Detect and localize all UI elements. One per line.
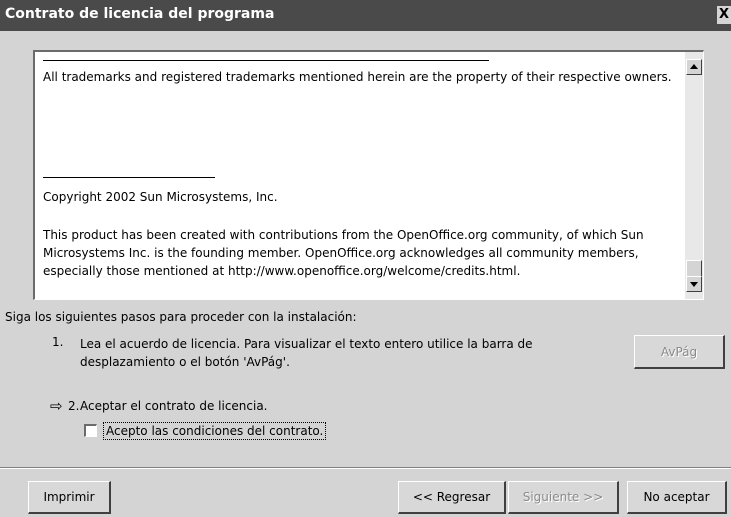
- decline-label: No aceptar: [643, 490, 710, 504]
- arrow-down-icon: [690, 282, 698, 287]
- license-paragraph: All trademarks and registered trademarks…: [43, 70, 672, 84]
- scroll-up-button[interactable]: [686, 59, 702, 75]
- next-label: Siguiente >>: [522, 490, 604, 504]
- arrow-right-icon: ⇨: [50, 397, 63, 415]
- accept-checkbox-label[interactable]: Acepto las condiciones del contrato.: [103, 422, 327, 440]
- scroll-down-button[interactable]: [686, 276, 702, 292]
- divider: [43, 177, 215, 178]
- arrow-up-icon: [690, 64, 698, 69]
- back-button[interactable]: << Regresar: [398, 481, 506, 514]
- window-title: Contrato de licencia del programa: [5, 6, 275, 22]
- license-paragraph: This product has been created with contr…: [43, 228, 644, 278]
- license-text-area[interactable]: All trademarks and registered trademarks…: [33, 50, 704, 300]
- license-paragraph: Copyright 2002 Sun Microsystems, Inc.: [43, 190, 278, 204]
- print-label: Imprimir: [43, 490, 95, 504]
- print-button[interactable]: Imprimir: [28, 481, 111, 514]
- instructions-intro: Siga los siguientes pasos para proceder …: [5, 310, 357, 324]
- step-1-number: 1.: [52, 335, 64, 349]
- close-button[interactable]: X: [717, 6, 731, 24]
- step-2-number: 2.: [68, 399, 80, 413]
- divider: [43, 60, 489, 61]
- step-1-text: Lea el acuerdo de licencia. Para visuali…: [80, 337, 533, 369]
- vertical-scrollbar[interactable]: [685, 52, 703, 299]
- decline-button[interactable]: No aceptar: [627, 481, 727, 514]
- avpag-label: AvPág: [660, 344, 698, 359]
- step-2-text: Aceptar el contrato de licencia.: [80, 399, 268, 413]
- next-button[interactable]: Siguiente >>: [508, 481, 619, 514]
- accept-checkbox[interactable]: [84, 424, 97, 437]
- avpag-button[interactable]: AvPág: [634, 335, 725, 369]
- back-label: << Regresar: [412, 490, 491, 504]
- title-bar: Contrato de licencia del programa X: [0, 0, 731, 31]
- footer-divider: [0, 467, 731, 469]
